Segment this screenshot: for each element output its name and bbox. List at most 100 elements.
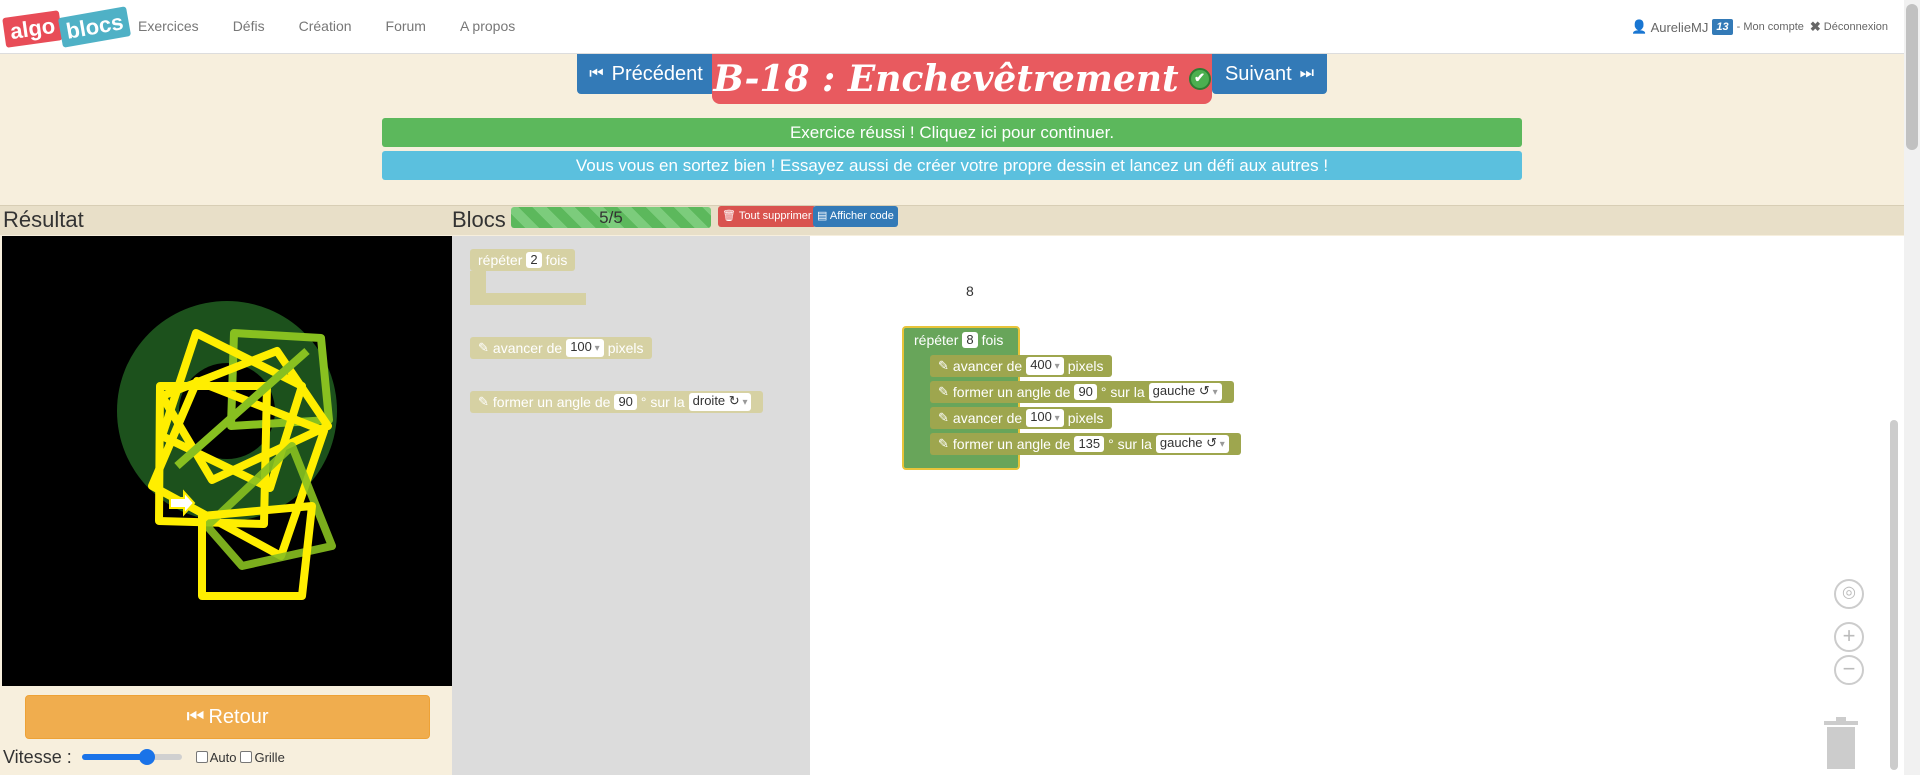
step1-suffix: pixels bbox=[1067, 358, 1104, 374]
pencil-icon: ✎ bbox=[938, 384, 949, 399]
pencil-icon: ✎ bbox=[478, 394, 489, 409]
logo-part-algo: algo bbox=[2, 10, 64, 48]
workspace-forward-block-2[interactable]: ✎ avancer de 100 pixels bbox=[930, 407, 1112, 429]
workspace-turn-block-2[interactable]: ✎ former un angle de 135 ° sur la gauche… bbox=[930, 433, 1241, 455]
username[interactable]: AurelieMJ bbox=[1651, 20, 1709, 35]
success-banner[interactable]: Exercice réussi ! Cliquez ici pour conti… bbox=[382, 118, 1522, 147]
step1-prefix: avancer de bbox=[952, 358, 1023, 374]
nav-link-exercices[interactable]: Exercices bbox=[138, 0, 199, 54]
algobloc-logo[interactable]: algo blocs bbox=[2, 4, 132, 50]
blocks-heading: Blocs bbox=[452, 207, 506, 232]
toolbox-turn-block[interactable]: ✎ former un angle de 90 ° sur la droite … bbox=[470, 391, 764, 413]
result-canvas bbox=[2, 236, 452, 686]
workspace-repeat-prefix: répéter bbox=[914, 332, 959, 348]
grid-checkbox[interactable] bbox=[240, 751, 253, 763]
toolbox-repeat-bottom bbox=[470, 293, 586, 305]
page-scroll-thumb[interactable] bbox=[1906, 4, 1918, 150]
user-area: 👤 AurelieMJ 13 - Mon compte ✖ Déconnexio… bbox=[1631, 0, 1888, 54]
exercise-title: B-18 : Enchevêtrement ✔ bbox=[712, 54, 1212, 104]
step3-distance[interactable]: 100 bbox=[1026, 409, 1064, 427]
step4-angle[interactable]: 135 bbox=[1074, 436, 1105, 452]
step3-prefix: avancer de bbox=[952, 410, 1023, 426]
next-label: Suivant bbox=[1224, 62, 1292, 85]
auto-label: Auto bbox=[209, 749, 237, 765]
step2-angle[interactable]: 90 bbox=[1074, 384, 1097, 400]
delete-all-label: Tout supprimer bbox=[738, 210, 812, 222]
workspace-repeat-block[interactable]: répéter 8 fois bbox=[906, 329, 1012, 351]
speed-slider-knob[interactable] bbox=[138, 749, 155, 765]
toolbox-repeat-prefix: répéter bbox=[478, 252, 523, 268]
step1-distance[interactable]: 400 bbox=[1026, 357, 1064, 375]
top-navbar: algo blocs Exercices Défis Création Foru… bbox=[0, 0, 1904, 54]
result-heading: Résultat bbox=[3, 207, 84, 232]
toolbox-turn-angle[interactable]: 90 bbox=[614, 394, 637, 410]
user-icon: 👤 bbox=[1631, 19, 1648, 34]
rewind-icon: ⏮ bbox=[186, 705, 205, 728]
nav-link-defis[interactable]: Défis bbox=[233, 0, 265, 54]
nav-link-creation[interactable]: Création bbox=[299, 0, 352, 54]
toolbox-repeat-suffix: fois bbox=[545, 252, 568, 268]
info-banner: Vous vous en sortez bien ! Essayez aussi… bbox=[382, 151, 1522, 180]
nav-links: Exercices Défis Création Forum A propos bbox=[138, 0, 549, 54]
delete-all-button[interactable]: 🗑 Tout supprimer bbox=[718, 206, 816, 227]
nav-link-apropos[interactable]: A propos bbox=[460, 0, 515, 54]
toolbox-repeat-block[interactable]: répéter 2 fois bbox=[470, 249, 576, 271]
auto-checkbox[interactable] bbox=[195, 751, 208, 763]
toolbox-turn-direction[interactable]: droite ↻ bbox=[688, 393, 752, 411]
show-code-label: Afficher code bbox=[829, 210, 894, 222]
toolbox-forward-block[interactable]: ✎ avancer de 100 pixels bbox=[470, 337, 652, 359]
toolbox-turn-mid: ° sur la bbox=[640, 394, 685, 410]
toolbox-forward-distance[interactable]: 100 bbox=[566, 339, 604, 357]
previous-button[interactable]: ⏮ Précédent bbox=[577, 54, 715, 94]
trash-icon: 🗑 bbox=[722, 210, 736, 222]
workspace-scrollbar[interactable] bbox=[1890, 420, 1898, 770]
step4-prefix: former un angle de bbox=[952, 436, 1071, 452]
exercise-title-text: B-18 : Enchevêtrement bbox=[713, 58, 1179, 100]
workspace-turn-block-1[interactable]: ✎ former un angle de 90 ° sur la gauche … bbox=[930, 381, 1234, 403]
code-icon: ▤ bbox=[817, 210, 828, 222]
account-link[interactable]: - Mon compte bbox=[1737, 21, 1804, 33]
workspace-trash-icon[interactable] bbox=[1822, 717, 1860, 769]
workspace-forward-block-1[interactable]: ✎ avancer de 400 pixels bbox=[930, 355, 1112, 377]
step4-mid: ° sur la bbox=[1108, 436, 1152, 452]
level-badge: 13 bbox=[1712, 19, 1733, 35]
pencil-icon: ✎ bbox=[938, 410, 949, 425]
workspace-floating-text: 8 bbox=[966, 283, 974, 299]
show-code-button[interactable]: ▤ Afficher code bbox=[813, 206, 898, 227]
zoom-out-icon[interactable]: − bbox=[1834, 655, 1864, 685]
check-icon: ✔ bbox=[1188, 68, 1211, 90]
step3-suffix: pixels bbox=[1067, 410, 1104, 426]
next-button[interactable]: Suivant ⏭ bbox=[1212, 54, 1327, 94]
step2-direction[interactable]: gauche ↺ bbox=[1148, 383, 1222, 401]
logout-link[interactable]: Déconnexion bbox=[1824, 21, 1888, 33]
toolbox-forward-prefix: avancer de bbox=[492, 340, 563, 356]
toolbox-repeat-count[interactable]: 2 bbox=[526, 252, 542, 268]
toolbox-forward-suffix: pixels bbox=[607, 340, 644, 356]
step2-prefix: former un angle de bbox=[952, 384, 1071, 400]
retour-label: Retour bbox=[208, 705, 269, 728]
skip-back-icon: ⏮ bbox=[589, 65, 604, 82]
section-header-strip bbox=[0, 205, 1904, 235]
grid-label: Grille bbox=[254, 749, 285, 765]
turtle-drawing bbox=[117, 301, 337, 600]
speed-slider[interactable] bbox=[81, 749, 182, 765]
recenter-icon[interactable]: ◎ bbox=[1834, 579, 1864, 609]
workspace-repeat-suffix: fois bbox=[981, 332, 1004, 348]
step2-mid: ° sur la bbox=[1100, 384, 1145, 400]
toolbox-repeat-body bbox=[470, 271, 486, 293]
toolbox-turn-prefix: former un angle de bbox=[492, 394, 611, 410]
block-toolbox bbox=[452, 236, 810, 775]
step4-direction[interactable]: gauche ↺ bbox=[1155, 435, 1229, 453]
workspace-repeat-count[interactable]: 8 bbox=[962, 332, 978, 348]
pencil-icon: ✎ bbox=[478, 340, 489, 355]
retour-button[interactable]: ⏮ Retour bbox=[25, 695, 430, 739]
block-workspace[interactable] bbox=[810, 236, 1904, 775]
speed-slider-fill bbox=[81, 754, 147, 760]
speed-label: Vitesse : bbox=[3, 746, 72, 767]
logo-part-blocs: blocs bbox=[57, 6, 132, 48]
speed-controls: Vitesse : Auto Grille bbox=[3, 744, 285, 770]
skip-forward-icon: ⏭ bbox=[1299, 65, 1315, 82]
zoom-in-icon[interactable]: + bbox=[1834, 622, 1864, 652]
close-icon: ✖ bbox=[1809, 19, 1821, 34]
nav-link-forum[interactable]: Forum bbox=[386, 0, 426, 54]
